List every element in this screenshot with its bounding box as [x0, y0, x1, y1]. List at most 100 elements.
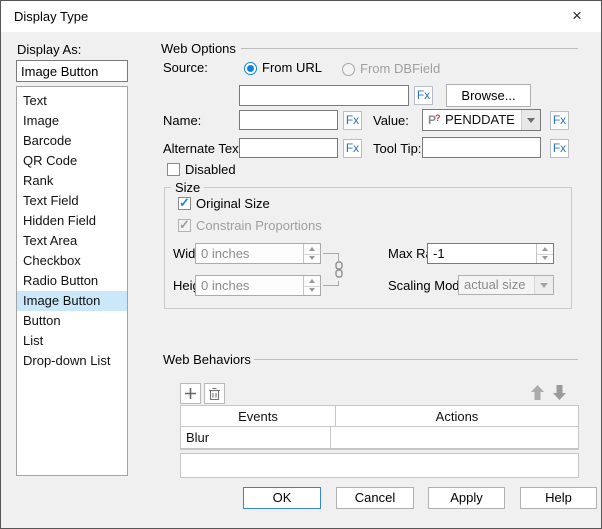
- display-type-dialog: Display Type × Display As: Text Image Ba…: [0, 0, 602, 529]
- scaling-mode-dropdown: actual size: [458, 275, 554, 295]
- trash-icon: [208, 387, 221, 401]
- height-spin-buttons: [303, 276, 320, 295]
- help-button[interactable]: Help: [520, 487, 597, 509]
- max-ratio-spin-buttons[interactable]: [536, 244, 553, 263]
- max-ratio-value: -1: [433, 244, 445, 263]
- check-icon: ✓: [179, 195, 190, 211]
- from-dbfield-label: From DBField: [360, 61, 440, 76]
- web-behaviors-header: Web Behaviors: [163, 352, 251, 367]
- arrow-down-icon: [552, 384, 567, 401]
- scaling-mode-arrow-zone: [534, 276, 553, 294]
- original-size-checkbox[interactable]: ✓: [178, 197, 191, 210]
- apply-button[interactable]: Apply: [428, 487, 505, 509]
- list-item-text[interactable]: Text: [17, 91, 127, 111]
- table-header-row: Events Actions: [181, 406, 578, 427]
- from-dbfield-radio: [342, 63, 355, 76]
- web-behaviors-separator: [254, 359, 578, 360]
- move-down-button: [551, 383, 568, 402]
- tool-tip-label: Tool Tip:: [373, 141, 421, 156]
- list-item-barcode[interactable]: Barcode: [17, 131, 127, 151]
- arrow-up-icon: [530, 384, 545, 401]
- height-spinner: 0 inches: [195, 275, 321, 296]
- browse-button[interactable]: Browse...: [446, 84, 531, 107]
- scaling-mode-value: actual size: [464, 276, 525, 294]
- chevron-down-icon: [527, 118, 535, 123]
- source-label: Source:: [163, 60, 208, 75]
- tool-tip-formula-button[interactable]: Fx: [550, 139, 569, 158]
- ok-button[interactable]: OK: [243, 487, 321, 509]
- close-icon: ×: [572, 6, 582, 25]
- max-ratio-spinner[interactable]: -1: [427, 243, 554, 264]
- title-bar: Display Type ×: [1, 1, 601, 32]
- constrain-proportions-label: Constrain Proportions: [196, 218, 322, 233]
- events-column-header: Events: [181, 406, 336, 427]
- from-url-label[interactable]: From URL: [262, 60, 322, 75]
- display-as-current-field[interactable]: [16, 60, 128, 82]
- name-formula-button[interactable]: Fx: [343, 111, 362, 130]
- from-url-radio[interactable]: [244, 62, 257, 75]
- alternate-text-label: Alternate Text:: [163, 141, 246, 156]
- spin-up-icon: [309, 279, 315, 283]
- list-item-text-field[interactable]: Text Field: [17, 191, 127, 211]
- list-item-hidden-field[interactable]: Hidden Field: [17, 211, 127, 231]
- value-label: Value:: [373, 113, 409, 128]
- spin-up-icon: [309, 247, 315, 251]
- spin-down-icon: [542, 256, 548, 260]
- cancel-button[interactable]: Cancel: [336, 487, 414, 509]
- event-cell[interactable]: Blur: [181, 427, 331, 449]
- tool-tip-input[interactable]: [422, 137, 541, 158]
- chain-link-icon: [334, 261, 344, 281]
- name-label: Name:: [163, 113, 201, 128]
- constrain-proportions-checkbox: ✓: [178, 219, 191, 232]
- list-item-button[interactable]: Button: [17, 311, 127, 331]
- link-bracket-bottom: [323, 285, 339, 286]
- delete-behavior-button[interactable]: [204, 383, 225, 404]
- chevron-down-icon: [540, 283, 548, 288]
- list-item-list[interactable]: List: [17, 331, 127, 351]
- spin-up-icon: [542, 247, 548, 251]
- spin-down-icon: [309, 256, 315, 260]
- url-formula-button[interactable]: Fx: [414, 86, 433, 105]
- value-dropdown-arrow-zone[interactable]: [521, 110, 540, 130]
- url-input[interactable]: [239, 85, 409, 106]
- disabled-checkbox-label[interactable]: Disabled: [185, 162, 236, 177]
- display-as-label: Display As:: [17, 42, 81, 57]
- actions-column-header: Actions: [336, 406, 578, 427]
- value-selected-text: PENDDATE: [445, 112, 515, 127]
- spin-down-icon: [309, 288, 315, 292]
- plus-icon: [184, 387, 197, 400]
- list-item-image-button-selected[interactable]: Image Button: [17, 291, 127, 311]
- web-options-separator: [241, 48, 578, 49]
- list-item-text-area[interactable]: Text Area: [17, 231, 127, 251]
- list-item-drop-down-list[interactable]: Drop-down List: [17, 351, 127, 371]
- parameter-icon: P ?: [428, 113, 442, 126]
- display-as-list: Text Image Barcode QR Code Rank Text Fie…: [16, 86, 128, 476]
- height-value: 0 inches: [201, 276, 249, 295]
- alternate-text-input[interactable]: [239, 138, 338, 158]
- alternate-text-formula-button[interactable]: Fx: [343, 139, 362, 158]
- value-formula-button[interactable]: Fx: [550, 111, 569, 130]
- dialog-title: Display Type: [14, 1, 88, 32]
- move-up-button: [529, 383, 546, 402]
- disabled-checkbox[interactable]: [167, 163, 180, 176]
- value-dropdown[interactable]: P ? PENDDATE: [422, 109, 541, 131]
- behaviors-table: Events Actions Blur: [180, 405, 579, 450]
- width-spinner: 0 inches: [195, 243, 321, 264]
- list-item-rank[interactable]: Rank: [17, 171, 127, 191]
- width-value: 0 inches: [201, 244, 249, 263]
- size-group-label: Size: [171, 180, 204, 195]
- original-size-label[interactable]: Original Size: [196, 196, 270, 211]
- link-bracket-top: [323, 253, 339, 254]
- web-options-header: Web Options: [161, 41, 236, 56]
- behaviors-empty-area: [180, 453, 579, 478]
- close-button[interactable]: ×: [561, 1, 593, 32]
- table-row[interactable]: Blur: [181, 427, 578, 449]
- list-item-image[interactable]: Image: [17, 111, 127, 131]
- action-cell[interactable]: [331, 427, 578, 449]
- name-input[interactable]: [239, 110, 338, 130]
- list-item-qr-code[interactable]: QR Code: [17, 151, 127, 171]
- width-spin-buttons: [303, 244, 320, 263]
- list-item-checkbox[interactable]: Checkbox: [17, 251, 127, 271]
- add-behavior-button[interactable]: [180, 383, 201, 404]
- list-item-radio-button[interactable]: Radio Button: [17, 271, 127, 291]
